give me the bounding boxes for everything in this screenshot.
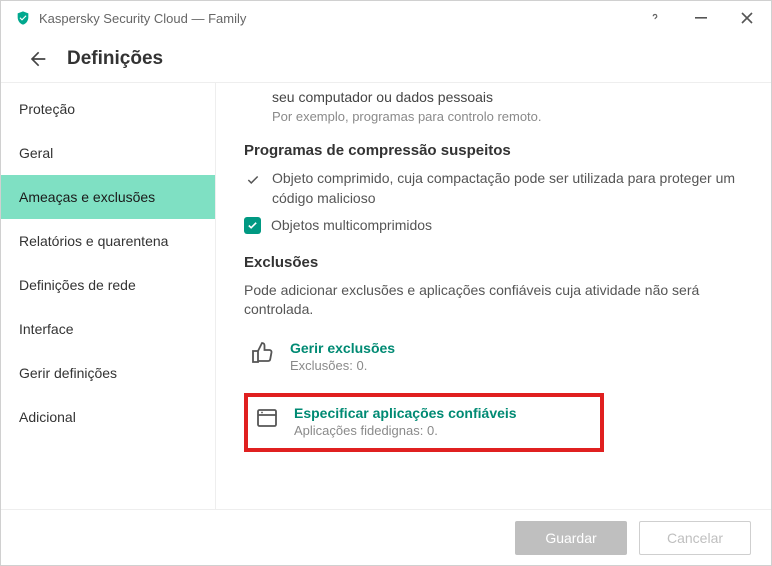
- titlebar: Kaspersky Security Cloud — Family: [1, 1, 771, 35]
- sidebar-item-protecao[interactable]: Proteção: [1, 87, 215, 131]
- section-compression-title: Programas de compressão suspeitos: [244, 142, 743, 159]
- sidebar-item-interface[interactable]: Interface: [1, 307, 215, 351]
- window-buttons: [641, 4, 761, 32]
- manage-exclusions-block[interactable]: Gerir exclusões Exclusões: 0.: [244, 334, 743, 381]
- content-pane: seu computador ou dados pessoais Por exe…: [216, 83, 771, 509]
- footer: Guardar Cancelar: [1, 509, 771, 565]
- page-title: Definições: [67, 48, 163, 70]
- help-button[interactable]: [641, 4, 669, 32]
- row-multicompressed: Objetos multicomprimidos: [244, 216, 743, 236]
- page-header: Definições: [1, 35, 771, 83]
- sidebar-item-rede[interactable]: Definições de rede: [1, 263, 215, 307]
- minimize-button[interactable]: [687, 4, 715, 32]
- thumbs-up-icon: [250, 340, 276, 366]
- checkmark-icon: [244, 171, 262, 189]
- sidebar-item-gerir[interactable]: Gerir definições: [1, 351, 215, 395]
- row-compressed-object: Objeto comprimido, cuja compactação pode…: [244, 169, 743, 208]
- save-button[interactable]: Guardar: [515, 521, 627, 555]
- manage-exclusions-count: Exclusões: 0.: [290, 358, 395, 373]
- sidebar: Proteção Geral Ameaças e exclusões Relat…: [1, 83, 216, 509]
- window-app-icon: [254, 405, 280, 431]
- fragment-hint: Por exemplo, programas para controlo rem…: [244, 109, 743, 124]
- window-title: Kaspersky Security Cloud — Family: [39, 11, 641, 26]
- body: Proteção Geral Ameaças e exclusões Relat…: [1, 83, 771, 509]
- sidebar-item-ameacas[interactable]: Ameaças e exclusões: [1, 175, 215, 219]
- checkbox-multicompressed[interactable]: [244, 217, 261, 234]
- multicompressed-label: Objetos multicomprimidos: [271, 216, 432, 236]
- trusted-apps-count: Aplicações fidedignas: 0.: [294, 423, 517, 438]
- section-exclusions-title: Exclusões: [244, 254, 743, 271]
- exclusions-desc: Pode adicionar exclusões e aplicações co…: [244, 281, 743, 320]
- trusted-apps-link[interactable]: Especificar aplicações confiáveis: [294, 405, 517, 421]
- back-arrow-icon[interactable]: [27, 49, 47, 69]
- app-shield-icon: [15, 10, 31, 26]
- compressed-object-text: Objeto comprimido, cuja compactação pode…: [272, 169, 743, 208]
- trusted-apps-block[interactable]: Especificar aplicações confiáveis Aplica…: [244, 393, 604, 452]
- fragment-line: seu computador ou dados pessoais: [244, 89, 743, 105]
- sidebar-item-relatorios[interactable]: Relatórios e quarentena: [1, 219, 215, 263]
- sidebar-item-adicional[interactable]: Adicional: [1, 395, 215, 439]
- manage-exclusions-link[interactable]: Gerir exclusões: [290, 340, 395, 356]
- close-button[interactable]: [733, 4, 761, 32]
- sidebar-item-geral[interactable]: Geral: [1, 131, 215, 175]
- cancel-button[interactable]: Cancelar: [639, 521, 751, 555]
